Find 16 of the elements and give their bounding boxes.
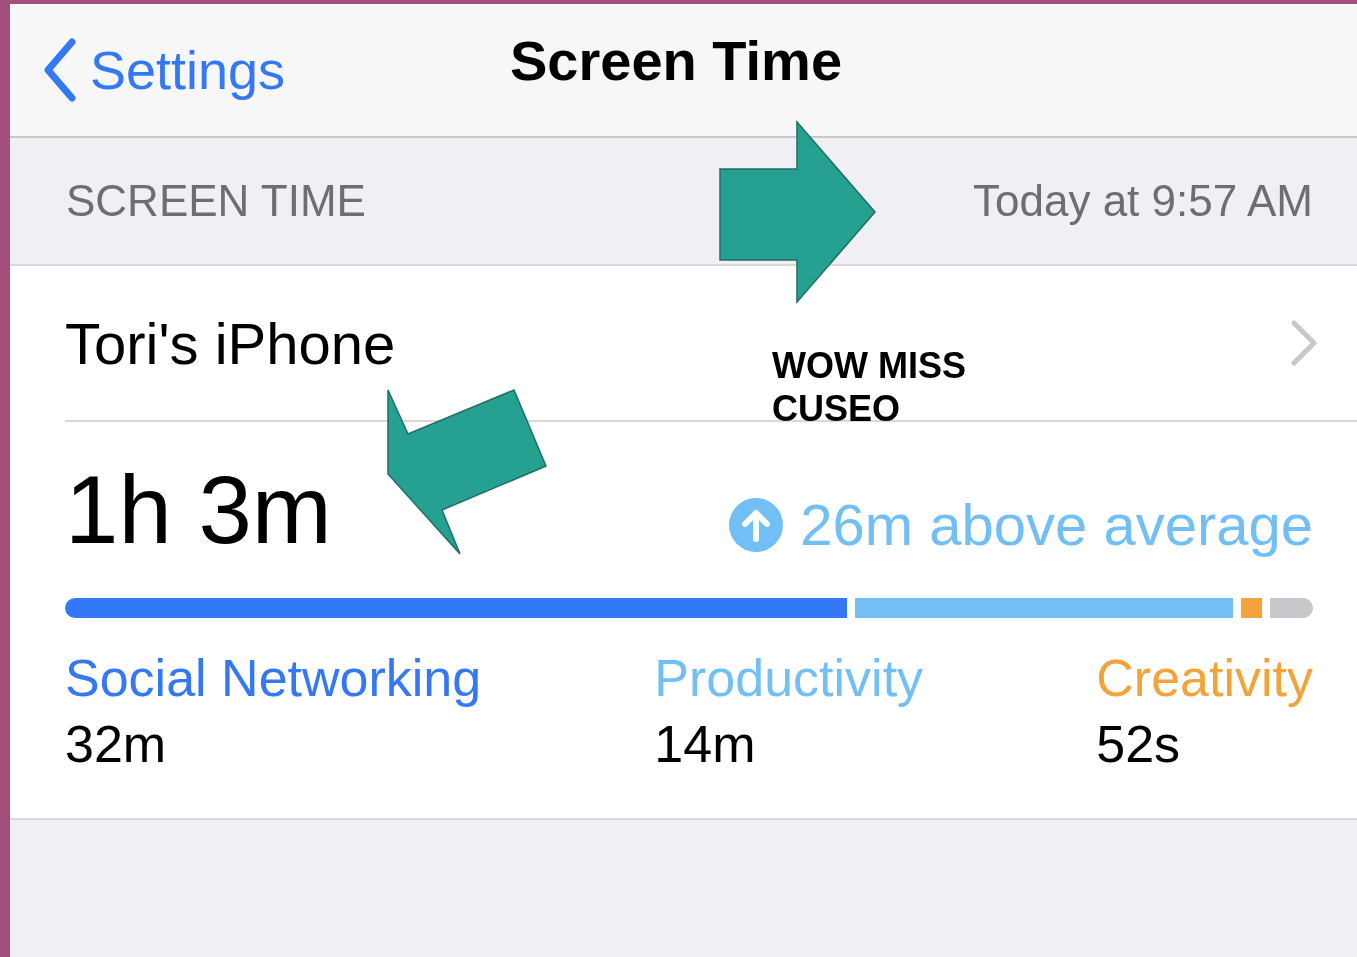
category-time: 14m <box>654 714 757 774</box>
category-name: Creativity <box>1096 648 1313 708</box>
category-name: Social Networking <box>65 648 482 708</box>
back-button[interactable]: Settings <box>42 38 286 102</box>
section-header: SCREEN TIME <box>66 176 366 226</box>
annotation-text: WOW MISS CUSEO <box>772 344 967 431</box>
timestamp: Today at 9:57 AM <box>973 176 1313 226</box>
category-name: Productivity <box>654 648 924 708</box>
screen-title: Screen Time <box>510 28 843 93</box>
category-time: 32m <box>65 714 168 774</box>
chevron-left-icon <box>42 38 76 102</box>
trend-text: 26m above average <box>800 491 1313 558</box>
total-time: 1h 3m <box>65 462 332 558</box>
category-time: 52s <box>1096 714 1182 774</box>
device-name[interactable]: Tori's iPhone <box>65 309 396 377</box>
chevron-right-icon <box>1291 320 1317 366</box>
